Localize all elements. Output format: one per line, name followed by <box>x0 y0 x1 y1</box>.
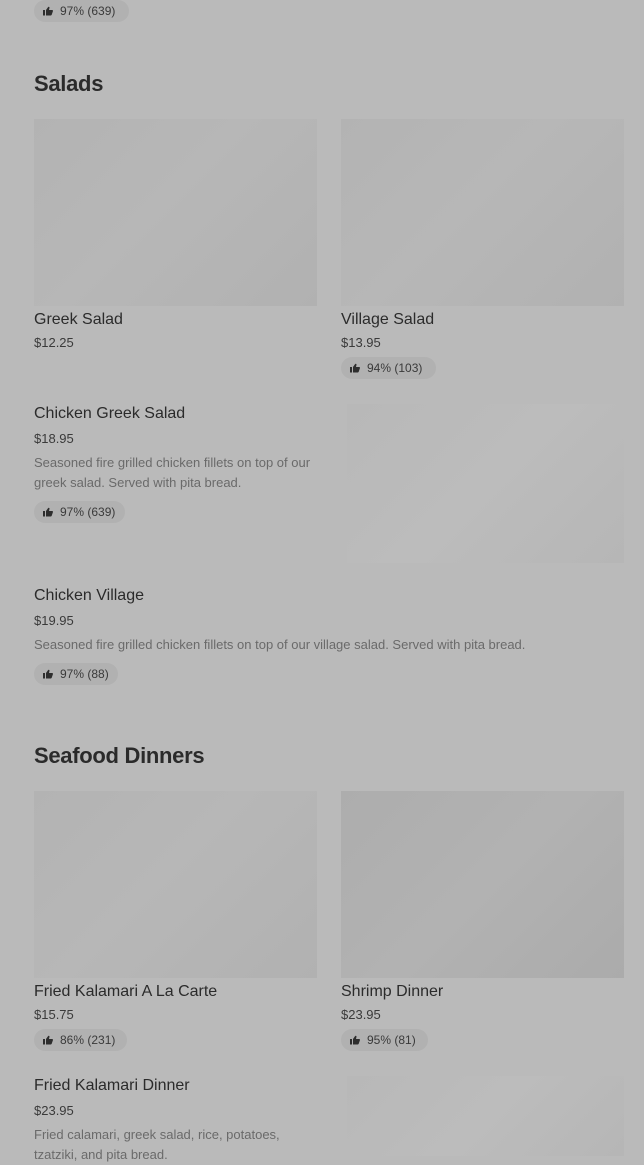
item-price: $23.95 <box>34 1103 74 1118</box>
rating-text: 95% (81) <box>367 1033 416 1047</box>
item-name: Fried Kalamari A La Carte <box>34 983 218 1000</box>
rating-badge: 86% (231) <box>34 1029 127 1051</box>
thumbs-up-icon <box>43 1035 53 1045</box>
thumbs-up-icon <box>350 1035 360 1045</box>
thumbs-up-icon <box>43 6 53 16</box>
rating-badge: 97% (88) <box>34 663 118 685</box>
rating-text: 97% (88) <box>60 667 109 681</box>
item-name: Greek Salad <box>34 311 123 328</box>
item-name: Chicken Village <box>34 587 144 604</box>
rating-text: 86% (231) <box>60 1033 116 1047</box>
rating-text: 94% (103) <box>367 361 423 375</box>
rating-badge: 94% (103) <box>341 357 436 379</box>
item-image <box>347 404 624 563</box>
thumbs-up-icon <box>43 507 53 517</box>
rating-badge: 97% (639) <box>34 501 125 523</box>
thumbs-up-icon <box>350 363 360 373</box>
item-name: Village Salad <box>341 311 435 328</box>
item-name: Chicken Greek Salad <box>34 405 186 422</box>
item-description: Seasoned fire grilled chicken fillets on… <box>34 637 526 652</box>
section-title-salads: Salads <box>34 71 104 96</box>
rating-badge: 97% (639) <box>34 0 129 22</box>
item-description: Seasoned fire grilled chicken fillets on… <box>34 455 311 490</box>
item-price: $23.95 <box>341 1007 381 1022</box>
section-title-seafood-dinners: Seafood Dinners <box>34 743 205 768</box>
rating-text: 97% (639) <box>60 505 116 519</box>
thumbs-up-icon <box>43 669 53 679</box>
item-price: $15.75 <box>34 1007 74 1022</box>
item-image <box>347 1076 624 1156</box>
rating-badge: 95% (81) <box>341 1029 428 1051</box>
rating-text: 97% (639) <box>60 4 116 18</box>
item-price: $13.95 <box>341 335 381 350</box>
item-image <box>341 119 624 306</box>
item-description: Fried calamari, greek salad, rice, potat… <box>34 1127 280 1162</box>
item-name: Fried Kalamari Dinner <box>34 1077 190 1094</box>
item-image <box>34 791 317 978</box>
item-image <box>34 119 317 306</box>
item-image <box>341 791 624 978</box>
item-price: $19.95 <box>34 613 74 628</box>
item-price: $18.95 <box>34 431 74 446</box>
item-price: $12.25 <box>34 335 74 350</box>
item-name: Shrimp Dinner <box>341 983 444 1000</box>
